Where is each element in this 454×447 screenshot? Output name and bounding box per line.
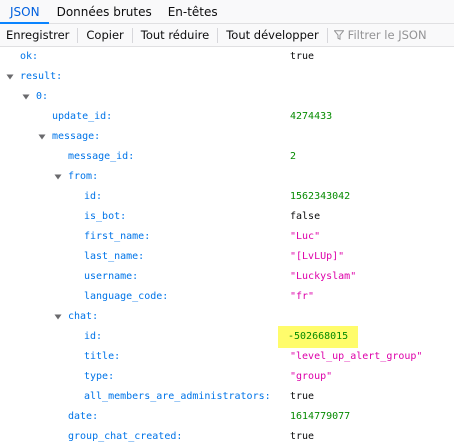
json-row[interactable]: first_name: "Luc" (0, 227, 454, 247)
json-value: "group" (290, 371, 333, 382)
json-row[interactable]: language_code: "fr" (0, 287, 454, 307)
json-value: -502668015 (278, 326, 359, 348)
expand-toggle-icon[interactable] (38, 133, 46, 141)
json-value: "level_up_alert_group" (290, 351, 423, 362)
json-value: 1562343042 (290, 191, 351, 202)
toolbar-separator (131, 27, 133, 43)
json-row[interactable]: from: (0, 167, 454, 187)
json-key: type: (84, 371, 115, 382)
json-row[interactable]: 0: (0, 87, 454, 107)
json-row[interactable]: is_bot: false (0, 207, 454, 227)
json-row[interactable]: ok: true (0, 47, 454, 67)
expand-toggle-icon[interactable] (54, 173, 62, 181)
json-row[interactable]: message_id: 2 (0, 147, 454, 167)
json-key: chat: (68, 311, 99, 322)
json-row[interactable]: all_members_are_administrators: true (0, 387, 454, 407)
json-value: "fr" (290, 291, 315, 302)
tab-bar: JSON Données brutes En-têtes (0, 0, 454, 24)
highlighted-value: -502668015 (278, 326, 359, 348)
expand-all-button[interactable]: Tout développer (222, 28, 322, 42)
json-value: 2 (290, 151, 297, 162)
toolbar-separator (326, 27, 328, 43)
json-key: update_id: (52, 111, 113, 122)
json-row[interactable]: group_chat_created: true (0, 427, 454, 447)
json-key: all_members_are_administrators: (84, 391, 271, 402)
json-key: from: (68, 171, 99, 182)
json-row[interactable]: update_id: 4274433 (0, 107, 454, 127)
json-row[interactable]: username: "Luckyslam" (0, 267, 454, 287)
json-key: id: (84, 331, 103, 342)
json-row[interactable]: id: -502668015 (0, 326, 454, 348)
json-key: 0: (36, 91, 49, 102)
json-key: title: (84, 351, 121, 362)
copy-button[interactable]: Copier (82, 28, 127, 42)
json-key: id: (84, 191, 103, 202)
json-value: true (290, 51, 315, 62)
filter-json-input[interactable]: Filtrer le JSON (333, 28, 454, 42)
json-row[interactable]: id: 1562343042 (0, 187, 454, 207)
json-key: ok: (20, 51, 39, 62)
expand-toggle-icon[interactable] (22, 93, 30, 101)
toolbar-separator (77, 27, 79, 43)
json-key: first_name: (84, 231, 151, 242)
json-row[interactable]: message: (0, 127, 454, 147)
expand-toggle-icon[interactable] (6, 73, 14, 81)
json-key: language_code: (84, 291, 169, 302)
filter-placeholder: Filtrer le JSON (347, 28, 427, 42)
json-value: 4274433 (290, 111, 333, 122)
json-key: message: (52, 131, 101, 142)
json-value: 1614779077 (290, 411, 351, 422)
json-row[interactable]: type: "group" (0, 367, 454, 387)
json-tree: ok: true result: 0: update_id: 4274433 message… (0, 47, 454, 447)
tab-raw-data[interactable]: Données brutes (49, 0, 160, 23)
json-value: "Luc" (290, 231, 321, 242)
json-row[interactable]: result: (0, 67, 454, 87)
json-key: username: (84, 271, 139, 282)
collapse-all-button[interactable]: Tout réduire (137, 28, 213, 42)
json-value: false (290, 211, 321, 222)
json-key: date: (68, 411, 99, 422)
json-key: message_id: (68, 151, 135, 162)
filter-icon (333, 30, 344, 40)
toolbar-separator (217, 27, 219, 43)
json-row[interactable]: chat: (0, 307, 454, 327)
json-value: true (290, 391, 315, 402)
json-toolbar: Enregistrer Copier Tout réduire Tout dév… (0, 24, 454, 47)
expand-toggle-icon[interactable] (54, 313, 62, 321)
json-key: result: (20, 71, 63, 82)
json-value: "Luckyslam" (290, 271, 357, 282)
json-key: group_chat_created: (68, 431, 183, 442)
save-button[interactable]: Enregistrer (0, 28, 73, 42)
json-key: last_name: (84, 251, 145, 262)
json-row[interactable]: date: 1614779077 (0, 407, 454, 427)
tab-json[interactable]: JSON (0, 0, 49, 24)
tab-headers[interactable]: En-têtes (160, 0, 226, 23)
json-value: "[LvLUp]" (290, 251, 345, 262)
json-row[interactable]: title: "level_up_alert_group" (0, 347, 454, 367)
json-row[interactable]: last_name: "[LvLUp]" (0, 247, 454, 267)
json-key: is_bot: (84, 211, 127, 222)
json-value: true (290, 431, 315, 442)
